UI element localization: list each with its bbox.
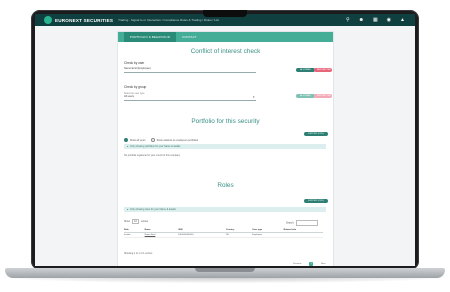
grid-icon[interactable]: ▦ [373, 16, 378, 24]
roles-export-button[interactable]: EXPORT (CSV) [304, 199, 328, 203]
check-by-user-label: Check by user [124, 61, 145, 65]
entries-label: entries [141, 220, 149, 223]
top-icon-group: ⚲ ☻ ▦ ◉ ▲ [346, 16, 405, 24]
portfolio-info-text: Only showing portfolios for your Name & … [129, 145, 181, 148]
portfolio-title: Portfolio for this security [191, 118, 260, 125]
portfolio-export-button[interactable]: EXPORT (CSV) [304, 132, 328, 136]
search-control: Search: [286, 220, 318, 226]
show-label: Show [124, 220, 130, 223]
portfolio-radio-group: Show all yours Show relations to employe… [124, 138, 198, 143]
prev-page-button[interactable]: Previous [293, 263, 302, 265]
check-by-group-label: Check by group [124, 85, 147, 89]
roles-table-wrap: Role Name ISIN Country User type Related… [124, 228, 323, 239]
next-page-button[interactable]: Next [321, 263, 326, 265]
search-icon[interactable]: ⚲ [346, 16, 350, 24]
entries-select[interactable]: 10 [131, 219, 140, 224]
laptop-base-groove [195, 268, 255, 272]
cell-country: DK [225, 232, 253, 239]
radio-own-icon[interactable] [124, 138, 129, 143]
roles-title: Roles [217, 182, 234, 189]
user-allowed-button[interactable]: ALLOWED [296, 68, 315, 72]
radio-own-label[interactable]: Show all yours [130, 139, 146, 142]
user-icon[interactable]: ☻ [359, 16, 364, 24]
group-allowed-button[interactable]: ALLOWED [296, 94, 315, 98]
app-screen: EURONEXT SECURITIES Trading · Signal to … [35, 14, 415, 266]
entries-control: Show 10 entries [124, 219, 149, 224]
search-input[interactable] [295, 220, 318, 226]
breadcrumb: Trading · Signal to or Interaction / Com… [118, 18, 219, 22]
page-1-button[interactable]: 1 [308, 262, 314, 266]
bell-icon[interactable]: ▲ [400, 16, 405, 24]
user-restricted-button[interactable]: RESTRICTED [314, 68, 332, 72]
group-select[interactable]: All users [124, 95, 256, 101]
roles-info-text: Only showing roles for your Name & detai… [129, 208, 176, 211]
pagination: Previous 1 Next [290, 251, 325, 266]
conflict-title: Conflict of interest check [190, 48, 261, 55]
portfolio-info-banner: ● Only showing portfolios for your Name … [124, 144, 326, 149]
tab-bar: PORTFOLIO & BEHAVIOUR CONTACT [118, 32, 333, 42]
camera-notch [203, 10, 247, 17]
cell-isin: DK0000000000 [178, 232, 226, 239]
portfolio-empty-text: No portfolio registered in your count fo… [124, 154, 181, 157]
tab-portfolio[interactable]: PORTFOLIO & BEHAVIOUR [124, 32, 176, 42]
user-select[interactable]: Name Emil (Employee) [124, 67, 256, 73]
table-footer-text: Showing 1 to 1 of 1 entries [124, 252, 153, 255]
table-row: Insider Name Emil DK0000000000 DK Employ… [124, 232, 323, 239]
radio-related-label[interactable]: Show relations to employee's portfolios [157, 139, 198, 142]
cell-name[interactable]: Name Emil [144, 232, 179, 239]
roles-info-banner: ● Only showing roles for your Name & det… [124, 207, 326, 212]
cell-role: Insider [124, 232, 145, 239]
info-icon: ● [127, 145, 129, 148]
tab-contact[interactable]: CONTACT [176, 32, 203, 42]
search-label: Search: [286, 221, 295, 225]
chevron-down-icon[interactable]: ▾ [253, 95, 255, 99]
roles-table: Role Name ISIN Country User type Related… [124, 228, 323, 239]
cell-user-type: Employee [252, 232, 284, 239]
info-icon: ● [127, 208, 129, 211]
group-restricted-button[interactable]: RESTRICTED [314, 94, 332, 98]
cell-related-info [283, 232, 323, 239]
security-detail-card: PORTFOLIO & BEHAVIOUR CONTACT Conflict o… [117, 31, 334, 266]
radio-related-icon[interactable] [150, 138, 156, 143]
brand-name[interactable]: EURONEXT SECURITIES [55, 18, 113, 23]
eye-icon[interactable]: ◉ [387, 16, 391, 24]
brand-logo-icon[interactable] [44, 16, 52, 24]
